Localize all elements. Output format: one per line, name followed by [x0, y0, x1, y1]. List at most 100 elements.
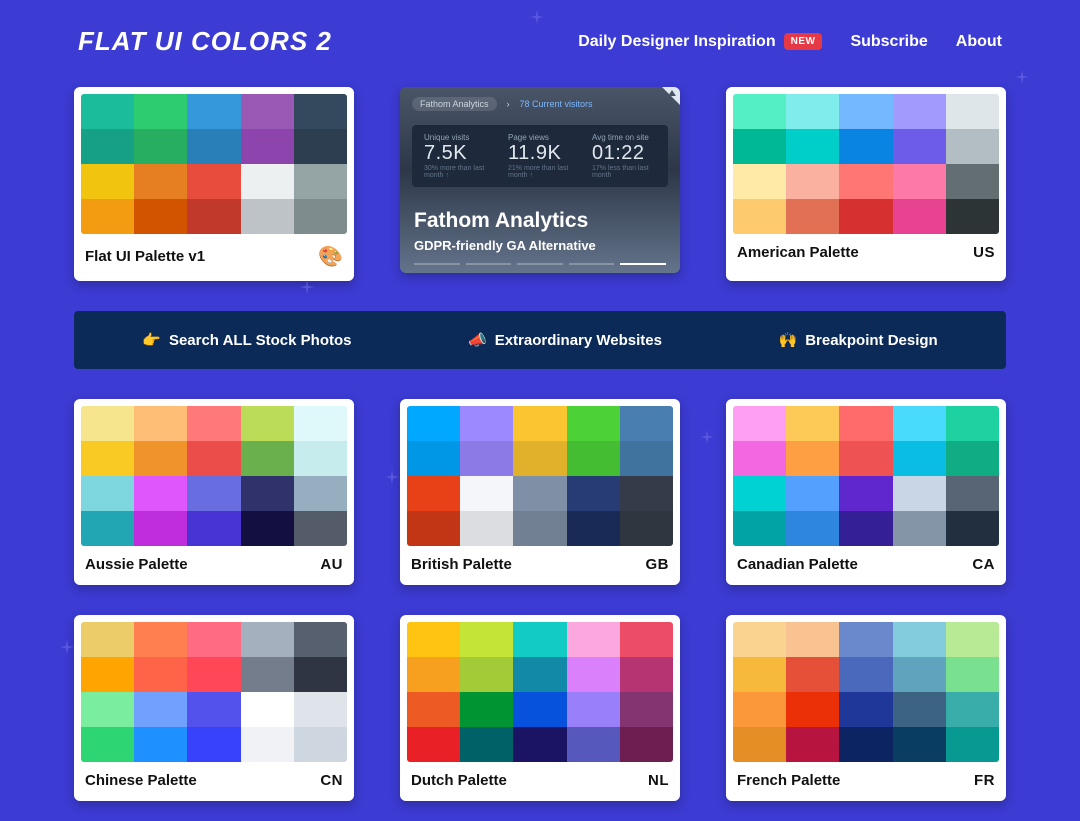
color-swatch	[241, 199, 294, 234]
color-swatch	[839, 94, 892, 129]
palette-name: Dutch Palette	[411, 772, 507, 789]
color-swatch	[134, 657, 187, 692]
color-swatch	[839, 727, 892, 762]
swatch-grid	[407, 622, 673, 762]
color-swatch	[513, 511, 566, 546]
color-swatch	[407, 692, 460, 727]
color-swatch	[839, 476, 892, 511]
country-code: CA	[972, 556, 995, 573]
palette-card[interactable]: Chinese Palette CN	[74, 615, 354, 801]
nav-subscribe[interactable]: Subscribe	[850, 33, 927, 51]
palette-name: French Palette	[737, 772, 840, 789]
color-swatch	[620, 622, 673, 657]
color-swatch	[513, 727, 566, 762]
color-swatch	[407, 622, 460, 657]
site-header: FLAT UI COLORS 2 Daily Designer Inspirat…	[0, 0, 1080, 57]
color-swatch	[241, 511, 294, 546]
color-swatch	[786, 199, 839, 234]
palette-card[interactable]: Aussie Palette AU	[74, 399, 354, 585]
nav-about[interactable]: About	[956, 33, 1002, 51]
color-swatch	[134, 476, 187, 511]
color-swatch	[786, 129, 839, 164]
color-swatch	[407, 476, 460, 511]
color-swatch	[187, 199, 240, 234]
color-swatch	[81, 199, 134, 234]
color-swatch	[460, 406, 513, 441]
palette-name: Canadian Palette	[737, 556, 858, 573]
megaphone-icon: 📣	[468, 331, 487, 349]
swatch-grid	[81, 406, 347, 546]
color-swatch	[294, 727, 347, 762]
palette-card[interactable]: British Palette GB	[400, 399, 680, 585]
pointing-hand-icon: 👉	[142, 331, 161, 349]
color-swatch	[946, 476, 999, 511]
metric-sub: 21% more than last month ↑	[508, 165, 572, 179]
color-swatch	[893, 129, 946, 164]
color-swatch	[567, 476, 620, 511]
palette-card[interactable]: Dutch Palette NL	[400, 615, 680, 801]
color-swatch	[733, 657, 786, 692]
metric-sub: 30% more than last month ↑	[424, 165, 488, 179]
color-swatch	[460, 441, 513, 476]
color-swatch	[733, 406, 786, 441]
logo[interactable]: FLAT UI COLORS 2	[78, 26, 332, 57]
color-swatch	[81, 441, 134, 476]
color-swatch	[733, 692, 786, 727]
palette-name: British Palette	[411, 556, 512, 573]
color-swatch	[786, 476, 839, 511]
country-code: NL	[648, 772, 669, 789]
color-swatch	[460, 692, 513, 727]
color-swatch	[134, 511, 187, 546]
color-swatch	[946, 164, 999, 199]
swatch-grid	[733, 622, 999, 762]
palette-card[interactable]: Canadian Palette CA	[726, 399, 1006, 585]
color-swatch	[81, 692, 134, 727]
palette-card[interactable]: American Palette US	[726, 87, 1006, 281]
color-swatch	[786, 727, 839, 762]
color-swatch	[294, 692, 347, 727]
color-swatch	[839, 199, 892, 234]
color-swatch	[187, 727, 240, 762]
promo-stock-photos[interactable]: 👉 Search ALL Stock Photos	[142, 331, 351, 349]
palette-card[interactable]: French Palette FR	[726, 615, 1006, 801]
sponsor-card[interactable]: Fathom Analytics › 78 Current visitors U…	[400, 87, 680, 273]
color-swatch	[460, 622, 513, 657]
color-swatch	[946, 692, 999, 727]
color-swatch	[134, 692, 187, 727]
color-swatch	[733, 511, 786, 546]
color-swatch	[407, 406, 460, 441]
color-swatch	[946, 94, 999, 129]
color-swatch	[294, 164, 347, 199]
metric-label: Unique visits	[424, 133, 488, 142]
color-swatch	[513, 692, 566, 727]
swatch-grid	[733, 406, 999, 546]
color-swatch	[893, 164, 946, 199]
swatch-grid	[81, 622, 347, 762]
color-swatch	[839, 129, 892, 164]
color-swatch	[407, 657, 460, 692]
color-swatch	[786, 511, 839, 546]
palette-card[interactable]: Flat UI Palette v1 🎨	[74, 87, 354, 281]
color-swatch	[620, 441, 673, 476]
color-swatch	[187, 622, 240, 657]
color-swatch	[567, 727, 620, 762]
color-swatch	[241, 129, 294, 164]
color-swatch	[134, 622, 187, 657]
color-swatch	[187, 406, 240, 441]
color-swatch	[786, 164, 839, 199]
country-code: FR	[974, 772, 995, 789]
color-swatch	[134, 727, 187, 762]
country-code: US	[973, 244, 995, 261]
color-swatch	[81, 476, 134, 511]
color-swatch	[786, 692, 839, 727]
metric-value: 7.5K	[424, 142, 488, 165]
color-swatch	[893, 94, 946, 129]
color-swatch	[134, 129, 187, 164]
promo-extraordinary-websites[interactable]: 📣 Extraordinary Websites	[468, 331, 662, 349]
color-swatch	[786, 94, 839, 129]
promo-breakpoint-design[interactable]: 🙌 Breakpoint Design	[779, 331, 938, 349]
color-swatch	[893, 406, 946, 441]
color-swatch	[294, 511, 347, 546]
nav-inspiration[interactable]: Daily Designer Inspiration NEW	[578, 33, 822, 51]
color-swatch	[733, 476, 786, 511]
